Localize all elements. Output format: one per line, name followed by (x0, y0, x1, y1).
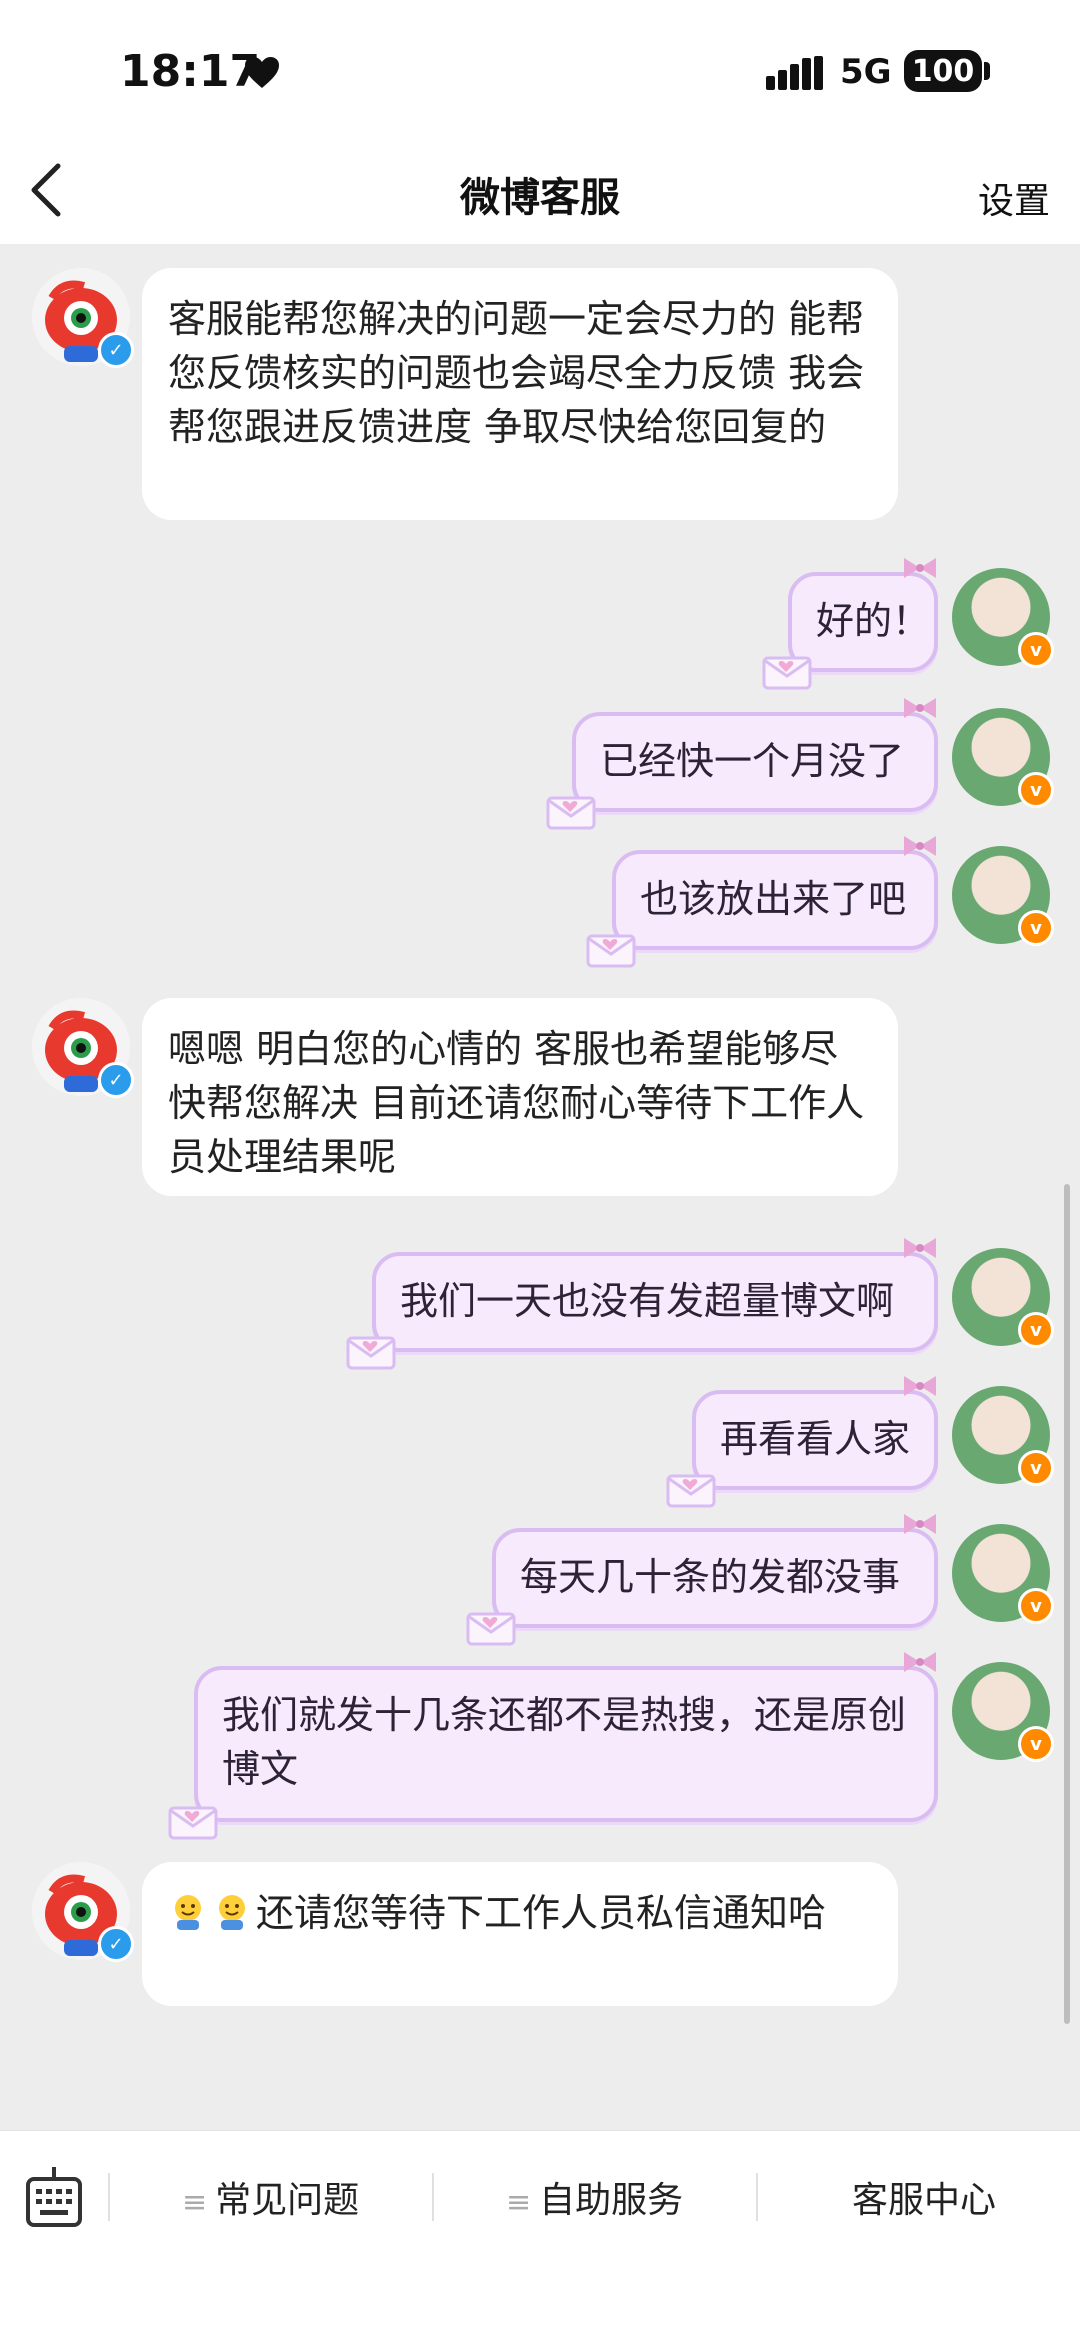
verified-badge-icon: v (1018, 1450, 1054, 1486)
top-bar: 18:17 5G 100 微博客服 设置 (0, 0, 1080, 244)
menu-lines-icon: ≡ (506, 2185, 532, 2220)
smiling-face-icon (175, 1895, 201, 1930)
envelope-icon (546, 796, 596, 830)
message-bubble: 好的！ (762, 558, 938, 690)
bow-icon (904, 1514, 936, 1534)
battery-level: 100 (904, 50, 982, 92)
verified-badge-icon: v (1018, 632, 1054, 668)
user-avatar[interactable]: v (952, 568, 1054, 668)
envelope-icon (466, 1612, 516, 1646)
user-avatar[interactable]: v (952, 846, 1054, 946)
status-time: 18:17 (120, 46, 261, 97)
menu-item-service-center[interactable]: 客服中心 (852, 2171, 996, 2223)
message-bubble: 我们就发十几条还都不是热搜，还是原创博文 (168, 1652, 938, 1840)
message-text: 也该放出来了吧 (640, 877, 907, 921)
bow-icon (904, 558, 936, 578)
bow-icon (904, 1238, 936, 1258)
user-avatar[interactable]: v (952, 1248, 1054, 1348)
message-text: 每天几十条的发都没事 (520, 1555, 901, 1599)
user-avatar[interactable]: v (952, 708, 1054, 808)
envelope-icon (346, 1336, 396, 1370)
message-text: 已经快一个月没了 (600, 739, 905, 783)
page-title: 微博客服 (460, 175, 620, 221)
verified-badge-icon: ✓ (98, 332, 134, 368)
menu-item-label: 常见问题 (215, 2180, 360, 2221)
menu-item-self-service[interactable]: ≡ 自助服务 (506, 2171, 683, 2223)
service-avatar[interactable]: ✓ (32, 998, 134, 1098)
envelope-icon (168, 1806, 218, 1840)
verified-badge-icon: ✓ (98, 1062, 134, 1098)
verified-badge-icon: v (1018, 1312, 1054, 1348)
keyboard-icon[interactable] (26, 2165, 82, 2229)
message-bubble: 已经快一个月没了 (546, 698, 938, 830)
message-text: 再看看人家 (720, 1417, 911, 1461)
service-avatar[interactable]: ✓ (32, 1862, 134, 1962)
divider (756, 2173, 758, 2221)
settings-button[interactable]: 设置 (978, 172, 1050, 224)
bottom-bar: ≡ 常见问题 ≡ 自助服务 客服中心 (0, 2130, 1080, 2342)
bow-icon (904, 698, 936, 718)
smiling-face-icon (219, 1895, 245, 1930)
scrollbar[interactable] (1064, 1184, 1070, 2024)
message-bubble: 我们一天也没有发超量博文啊 (346, 1238, 938, 1370)
message-bubble: 还请您等待下工作人员私信通知哈 (142, 1862, 898, 2006)
verified-badge-icon: v (1018, 1588, 1054, 1624)
bow-icon (904, 836, 936, 856)
signal-icon (766, 56, 823, 90)
message-text: 我们一天也没有发超量博文啊 (400, 1279, 895, 1323)
envelope-icon (666, 1474, 716, 1508)
user-avatar[interactable]: v (952, 1524, 1054, 1624)
message-text: 好的！ (816, 599, 931, 643)
verified-badge-icon: ✓ (98, 1926, 134, 1962)
menu-lines-icon: ≡ (182, 2185, 208, 2220)
bow-icon (904, 1652, 936, 1672)
service-avatar[interactable]: ✓ (32, 268, 134, 368)
envelope-icon (762, 656, 812, 690)
divider (432, 2173, 434, 2221)
message-bubble: 客服能帮您解决的问题一定会尽力的 能帮您反馈核实的问题也会竭尽全力反馈 我会帮您… (142, 268, 898, 520)
menu-item-label: 自助服务 (539, 2180, 684, 2221)
message-text: 我们就发十几条还都不是热搜，还是原创博文 (222, 1693, 907, 1791)
divider (108, 2173, 110, 2221)
verified-badge-icon: v (1018, 910, 1054, 946)
network-type: 5G (840, 52, 892, 92)
menu-item-faq[interactable]: ≡ 常见问题 (182, 2171, 359, 2223)
envelope-icon (586, 934, 636, 968)
message-text: 还请您等待下工作人员私信通知哈 (256, 1891, 827, 1935)
heart-icon (245, 57, 279, 88)
verified-badge-icon: v (1018, 1726, 1054, 1762)
message-bubble: 每天几十条的发都没事 (466, 1514, 938, 1646)
menu-item-label: 客服中心 (852, 2180, 997, 2221)
message-bubble: 再看看人家 (666, 1376, 938, 1508)
user-avatar[interactable]: v (952, 1662, 1054, 1762)
message-bubble: 嗯嗯 明白您的心情的 客服也希望能够尽快帮您解决 目前还请您耐心等待下工作人员处… (142, 998, 898, 1196)
battery-tip (984, 62, 990, 80)
user-avatar[interactable]: v (952, 1386, 1054, 1486)
message-bubble: 也该放出来了吧 (586, 836, 938, 968)
verified-badge-icon: v (1018, 772, 1054, 808)
bow-icon (904, 1376, 936, 1396)
